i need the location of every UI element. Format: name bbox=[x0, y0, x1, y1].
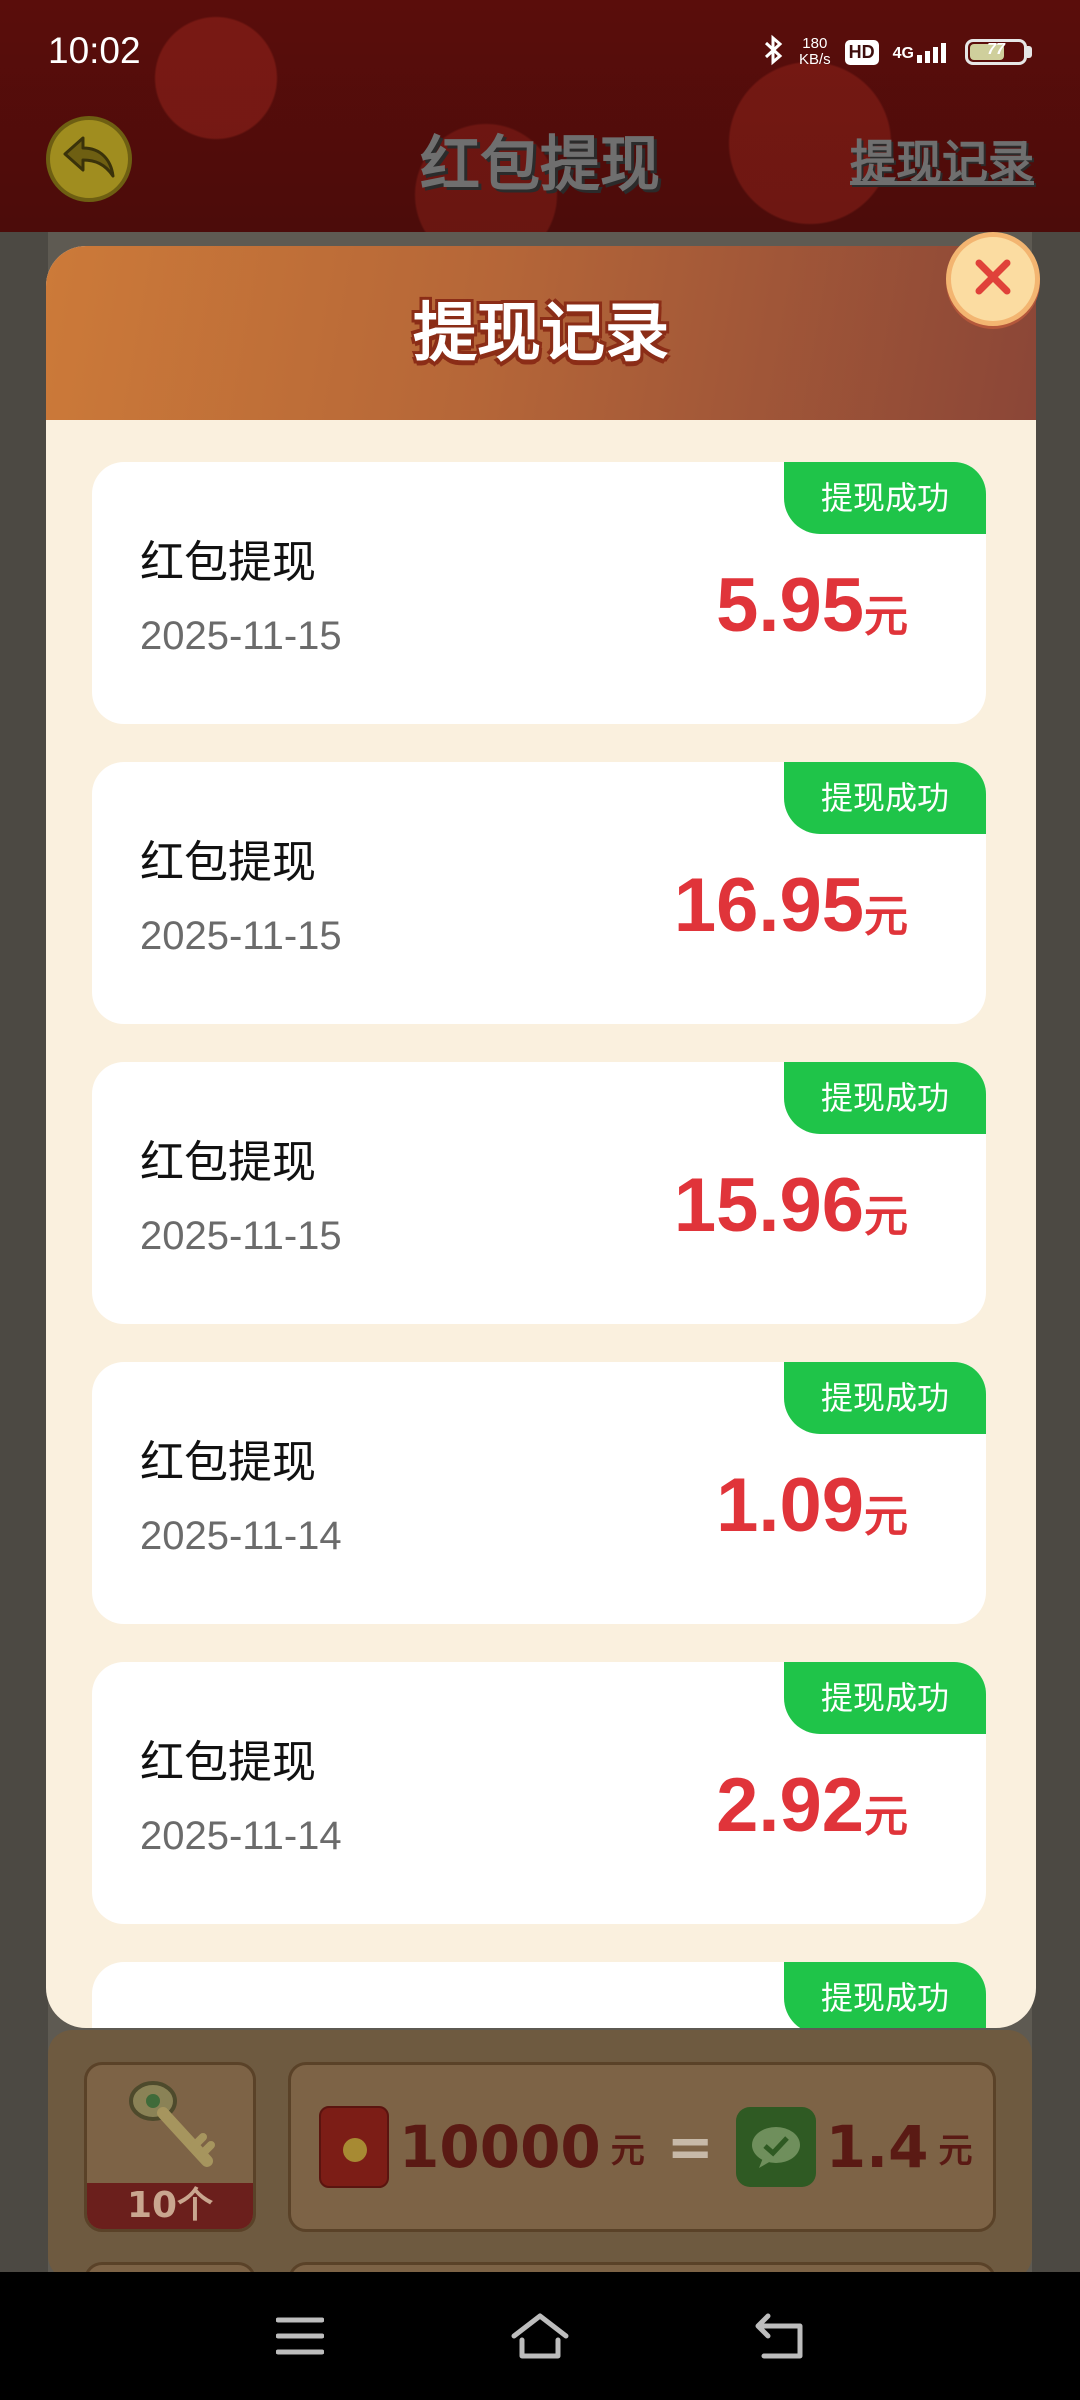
key-item-box: 10个 bbox=[84, 2062, 256, 2232]
record-title: 红包提现 bbox=[140, 1437, 316, 1488]
record-date: 2025-11-15 bbox=[140, 1214, 342, 1258]
key-icon bbox=[123, 2075, 223, 2189]
status-badge: 提现成功 bbox=[784, 1062, 986, 1134]
record-amount-value: 15.96 bbox=[673, 1163, 864, 1248]
record-amount-value: 5.95 bbox=[716, 563, 864, 648]
status-bar: 10:02 180 KB/s HD 4G 77 bbox=[0, 0, 1080, 104]
record-card: 提现成功 红包提现 2025-11-15 16.95元 bbox=[92, 762, 986, 1024]
record-amount-unit: 元 bbox=[864, 1491, 908, 1542]
record-amount-unit: 元 bbox=[864, 1191, 908, 1242]
record-card: 提现成功 红包提现 2025-11-15 15.96元 bbox=[92, 1062, 986, 1324]
record-amount-value: 1.09 bbox=[716, 1463, 864, 1548]
exchange-rate-box: 10000 元 = 1.4 元 bbox=[288, 2062, 996, 2232]
menu-button[interactable] bbox=[270, 2314, 330, 2362]
hd-icon: HD bbox=[844, 39, 879, 65]
rate-right-unit: 元 bbox=[938, 2130, 973, 2171]
record-title: 红包提现 bbox=[140, 837, 316, 888]
record-amount: 1.09元 bbox=[716, 1462, 908, 1549]
status-badge: 提现成功 bbox=[784, 462, 986, 534]
close-button[interactable] bbox=[946, 232, 1040, 326]
record-card: 提现成功 红包提现 2025-11-15 5.95元 bbox=[92, 462, 986, 724]
record-title: 红包提现 bbox=[140, 1137, 316, 1188]
status-badge: 提现成功 bbox=[784, 1362, 986, 1434]
record-date: 2025-11-14 bbox=[140, 1814, 342, 1858]
record-amount-unit: 元 bbox=[864, 591, 908, 642]
withdraw-history-modal: 提现记录 提现成功 红包提现 2025-11-15 5.95元 提现成功 红包提… bbox=[46, 246, 1036, 2028]
record-card: 提现成功 bbox=[92, 1962, 986, 2028]
record-amount: 5.95元 bbox=[716, 562, 908, 649]
close-icon bbox=[971, 255, 1015, 303]
record-date: 2025-11-14 bbox=[140, 1514, 342, 1558]
record-title: 红包提现 bbox=[140, 1737, 316, 1788]
page-edge-right bbox=[1032, 232, 1080, 2272]
record-date: 2025-11-15 bbox=[140, 614, 342, 658]
rate-left-unit: 元 bbox=[610, 2130, 645, 2171]
wechat-icon bbox=[735, 2107, 816, 2187]
red-packet-icon bbox=[319, 2106, 389, 2188]
network-speed-unit: KB/s bbox=[798, 51, 831, 68]
network-speed: 180 KB/s bbox=[799, 36, 831, 68]
record-card: 提现成功 红包提现 2025-11-14 1.09元 bbox=[92, 1362, 986, 1624]
record-amount: 2.92元 bbox=[716, 1762, 908, 1849]
status-time: 10:02 bbox=[48, 30, 141, 71]
signal-icon: 4G bbox=[893, 41, 951, 63]
system-nav-bar bbox=[0, 2272, 1080, 2400]
network-type: 4G bbox=[892, 45, 914, 62]
menu-icon bbox=[275, 2316, 325, 2360]
record-amount-unit: 元 bbox=[864, 891, 908, 942]
record-amount-unit: 元 bbox=[864, 1791, 908, 1842]
item-count: 10个 bbox=[87, 2183, 253, 2229]
network-speed-value: 180 bbox=[802, 35, 828, 52]
modal-title: 提现记录 bbox=[413, 297, 669, 371]
record-list[interactable]: 提现成功 红包提现 2025-11-15 5.95元 提现成功 红包提现 202… bbox=[92, 462, 986, 2028]
home-icon bbox=[510, 2312, 570, 2364]
bluetooth-icon bbox=[763, 34, 785, 70]
back-nav-button[interactable] bbox=[750, 2312, 810, 2364]
battery-icon: 77 bbox=[965, 39, 1032, 65]
rate-right-value: 1.4 bbox=[825, 2113, 929, 2181]
status-badge: 提现成功 bbox=[784, 1662, 986, 1734]
battery-level: 77 bbox=[987, 41, 1005, 58]
rate-equals: = bbox=[666, 2114, 714, 2180]
record-amount-value: 16.95 bbox=[673, 863, 864, 948]
status-badge: 提现成功 bbox=[784, 762, 986, 834]
back-nav-icon bbox=[754, 2312, 806, 2364]
withdraw-history-link[interactable]: 提现记录 bbox=[850, 126, 1034, 192]
record-amount: 15.96元 bbox=[674, 1162, 908, 1249]
status-icons: 180 KB/s HD 4G 77 bbox=[763, 32, 1032, 72]
page-edge-left bbox=[0, 232, 48, 2272]
record-date: 2025-11-15 bbox=[140, 914, 342, 958]
record-amount: 16.95元 bbox=[674, 862, 908, 949]
status-badge: 提现成功 bbox=[784, 1962, 986, 2028]
rate-left-value: 10000 bbox=[399, 2113, 601, 2181]
record-card: 提现成功 红包提现 2025-11-14 2.92元 bbox=[92, 1662, 986, 1924]
record-amount-value: 2.92 bbox=[716, 1763, 864, 1848]
modal-header: 提现记录 bbox=[46, 246, 1036, 420]
record-title: 红包提现 bbox=[140, 537, 316, 588]
home-button[interactable] bbox=[510, 2312, 570, 2364]
